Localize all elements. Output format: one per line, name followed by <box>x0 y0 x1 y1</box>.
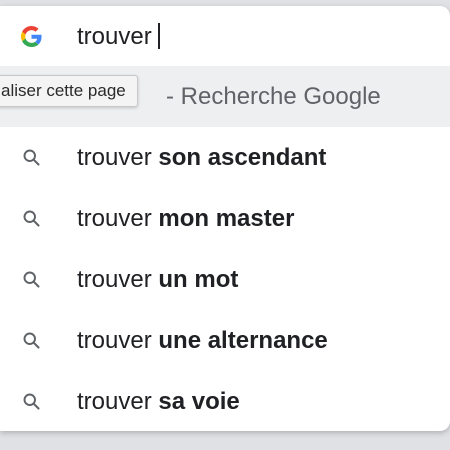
suggestion-text: trouver un mot <box>77 266 238 294</box>
suggestion-query: trouver <box>77 144 152 171</box>
suggestion-text: trouver sa voie <box>77 388 240 416</box>
tooltip: aliser cette page <box>0 75 138 107</box>
suggestion-completion: un mot <box>158 266 239 293</box>
suggestion-item[interactable]: trouver sa voie <box>0 371 450 431</box>
suggestion-query: trouver <box>77 327 152 354</box>
suggestion-completion: une alternance <box>158 327 328 354</box>
suggestion-query: trouver <box>77 205 152 232</box>
suggestion-completion: mon master <box>158 205 295 232</box>
omnibox-input-value: trouver <box>77 23 152 50</box>
highlighted-suggestion-suffix: - Recherche Google <box>166 83 381 110</box>
suggestion-item[interactable]: trouver une alternance <box>0 310 450 371</box>
google-g-icon <box>21 26 42 47</box>
suggestion-item[interactable]: trouver son ascendant <box>0 127 450 188</box>
search-icon <box>21 391 42 412</box>
search-icon <box>21 330 42 351</box>
omnibox-dropdown: trouver - Recherche Google trouver son a… <box>0 6 450 431</box>
suggestion-item[interactable]: trouver un mot <box>0 249 450 310</box>
suggestion-query: trouver <box>77 388 152 415</box>
omnibox-input-row[interactable]: trouver <box>0 6 450 66</box>
suggestion-text: trouver une alternance <box>77 327 328 355</box>
suggestion-text: trouver son ascendant <box>77 144 326 172</box>
search-icon <box>21 147 42 168</box>
omnibox-input[interactable]: trouver <box>77 23 160 51</box>
suggestion-completion: son ascendant <box>158 144 327 171</box>
suggestion-completion: sa voie <box>158 388 240 415</box>
text-caret <box>157 23 160 49</box>
suggestion-item[interactable]: trouver mon master <box>0 188 450 249</box>
search-icon <box>21 208 42 229</box>
omnibox-dropdown-frame: trouver - Recherche Google trouver son a… <box>0 0 450 450</box>
suggestion-list: trouver son ascendant trouver mon master t… <box>0 127 450 431</box>
suggestion-query: trouver <box>77 266 152 293</box>
search-icon <box>21 269 42 290</box>
suggestion-text: trouver mon master <box>77 205 294 233</box>
